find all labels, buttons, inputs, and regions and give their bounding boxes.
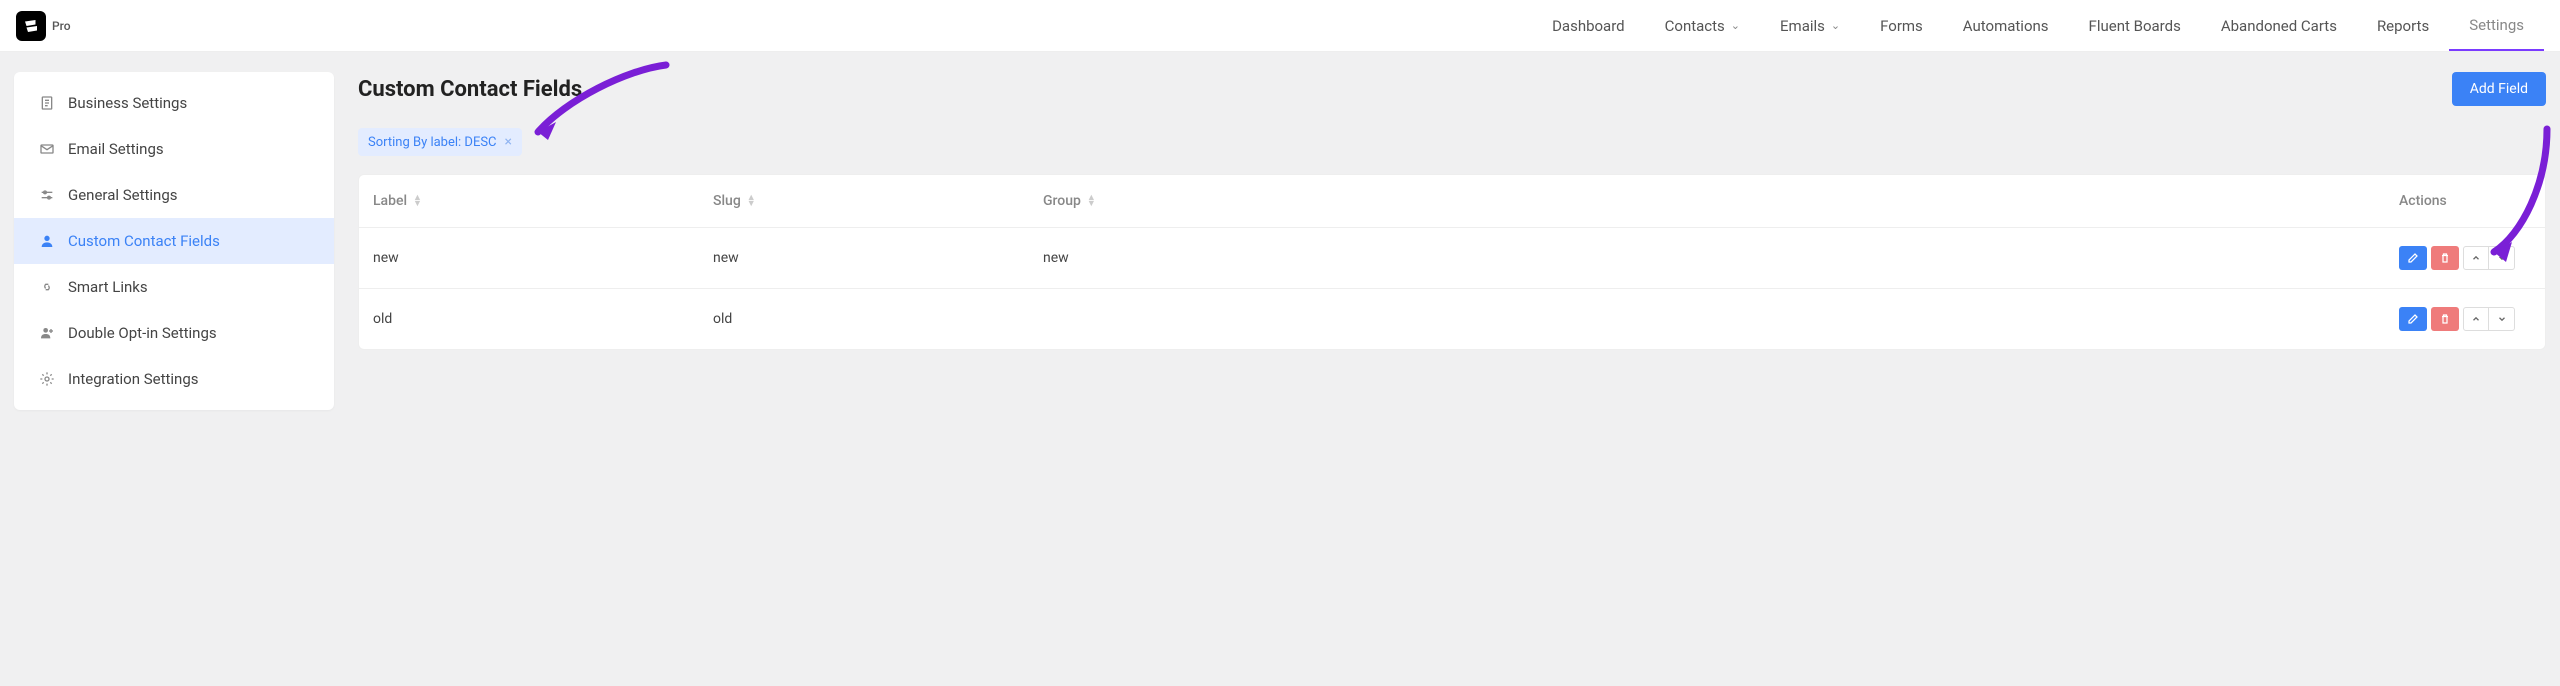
sort-chip[interactable]: Sorting By label: DESC × <box>358 128 522 156</box>
cell-group <box>1029 289 2385 349</box>
cell-slug: new <box>699 228 1029 288</box>
settings-sidebar: Business Settings Email Settings General… <box>14 72 334 410</box>
edit-button[interactable] <box>2399 307 2427 331</box>
table-row: old old <box>359 289 2545 349</box>
nav-reports[interactable]: Reports <box>2357 0 2449 51</box>
nav-fluent-boards[interactable]: Fluent Boards <box>2069 0 2201 51</box>
cell-label: new <box>359 228 699 288</box>
sort-chip-label: Sorting By label: DESC <box>368 135 497 150</box>
chevron-down-icon: ⌄ <box>1831 19 1840 32</box>
top-nav: Dashboard Contacts⌄ Emails⌄ Forms Automa… <box>1532 0 2544 51</box>
nav-dashboard[interactable]: Dashboard <box>1532 0 1645 51</box>
nav-contacts[interactable]: Contacts⌄ <box>1645 0 1760 51</box>
cell-group: new <box>1029 228 2385 288</box>
nav-automations[interactable]: Automations <box>1943 0 2069 51</box>
sort-chip-row: Sorting By label: DESC × <box>358 128 2546 156</box>
content-header: Custom Contact Fields Add Field <box>358 72 2546 106</box>
sidebar-item-label: Double Opt-in Settings <box>68 324 217 342</box>
table-header: Label ▲▼ Slug ▲▼ Group ▲▼ Actions <box>359 175 2545 228</box>
page-title: Custom Contact Fields <box>358 77 582 102</box>
sidebar-item-label: Email Settings <box>68 140 164 158</box>
sidebar-item-general[interactable]: General Settings <box>14 172 334 218</box>
pro-label: Pro <box>52 19 71 33</box>
edit-button[interactable] <box>2399 246 2427 270</box>
move-up-button[interactable] <box>2463 307 2489 331</box>
sidebar-item-smart-links[interactable]: Smart Links <box>14 264 334 310</box>
gear-icon <box>38 370 56 388</box>
sort-icon: ▲▼ <box>747 195 756 207</box>
main-area: Business Settings Email Settings General… <box>0 52 2560 430</box>
nav-forms[interactable]: Forms <box>1860 0 1943 51</box>
user-plus-icon <box>38 324 56 342</box>
nav-settings[interactable]: Settings <box>2449 0 2544 51</box>
th-actions: Actions <box>2385 175 2545 227</box>
sidebar-item-label: Integration Settings <box>68 370 198 388</box>
document-icon <box>38 94 56 112</box>
sliders-icon <box>38 186 56 204</box>
sidebar-item-label: Smart Links <box>68 278 148 296</box>
move-down-button[interactable] <box>2489 246 2515 270</box>
cell-label: old <box>359 289 699 349</box>
th-slug[interactable]: Slug ▲▼ <box>699 175 1029 227</box>
sidebar-item-label: Business Settings <box>68 94 187 112</box>
content-area: Custom Contact Fields Add Field Sorting … <box>358 72 2546 410</box>
nav-emails[interactable]: Emails⌄ <box>1760 0 1860 51</box>
delete-button[interactable] <box>2431 246 2459 270</box>
sidebar-item-email[interactable]: Email Settings <box>14 126 334 172</box>
delete-button[interactable] <box>2431 307 2459 331</box>
sidebar-item-double-optin[interactable]: Double Opt-in Settings <box>14 310 334 356</box>
nav-abandoned-carts[interactable]: Abandoned Carts <box>2201 0 2357 51</box>
sidebar-item-integration[interactable]: Integration Settings <box>14 356 334 402</box>
th-label[interactable]: Label ▲▼ <box>359 175 699 227</box>
cell-slug: old <box>699 289 1029 349</box>
sidebar-item-label: Custom Contact Fields <box>68 232 220 250</box>
sidebar-item-custom-fields[interactable]: Custom Contact Fields <box>14 218 334 264</box>
user-icon <box>38 232 56 250</box>
chevron-down-icon: ⌄ <box>1731 19 1740 32</box>
link-icon <box>38 278 56 296</box>
cell-actions <box>2385 289 2545 349</box>
move-down-button[interactable] <box>2489 307 2515 331</box>
app-logo <box>16 11 46 41</box>
sort-icon: ▲▼ <box>413 195 422 207</box>
fields-table: Label ▲▼ Slug ▲▼ Group ▲▼ Actions new ne… <box>358 174 2546 350</box>
mail-icon <box>38 140 56 158</box>
add-field-button[interactable]: Add Field <box>2452 72 2546 106</box>
close-icon[interactable]: × <box>505 134 512 150</box>
move-up-button[interactable] <box>2463 246 2489 270</box>
sidebar-item-business[interactable]: Business Settings <box>14 80 334 126</box>
top-bar: Pro Dashboard Contacts⌄ Emails⌄ Forms Au… <box>0 0 2560 52</box>
th-group[interactable]: Group ▲▼ <box>1029 175 2385 227</box>
cell-actions <box>2385 228 2545 288</box>
table-row: new new new <box>359 228 2545 289</box>
sidebar-item-label: General Settings <box>68 186 178 204</box>
sort-icon: ▲▼ <box>1087 195 1096 207</box>
